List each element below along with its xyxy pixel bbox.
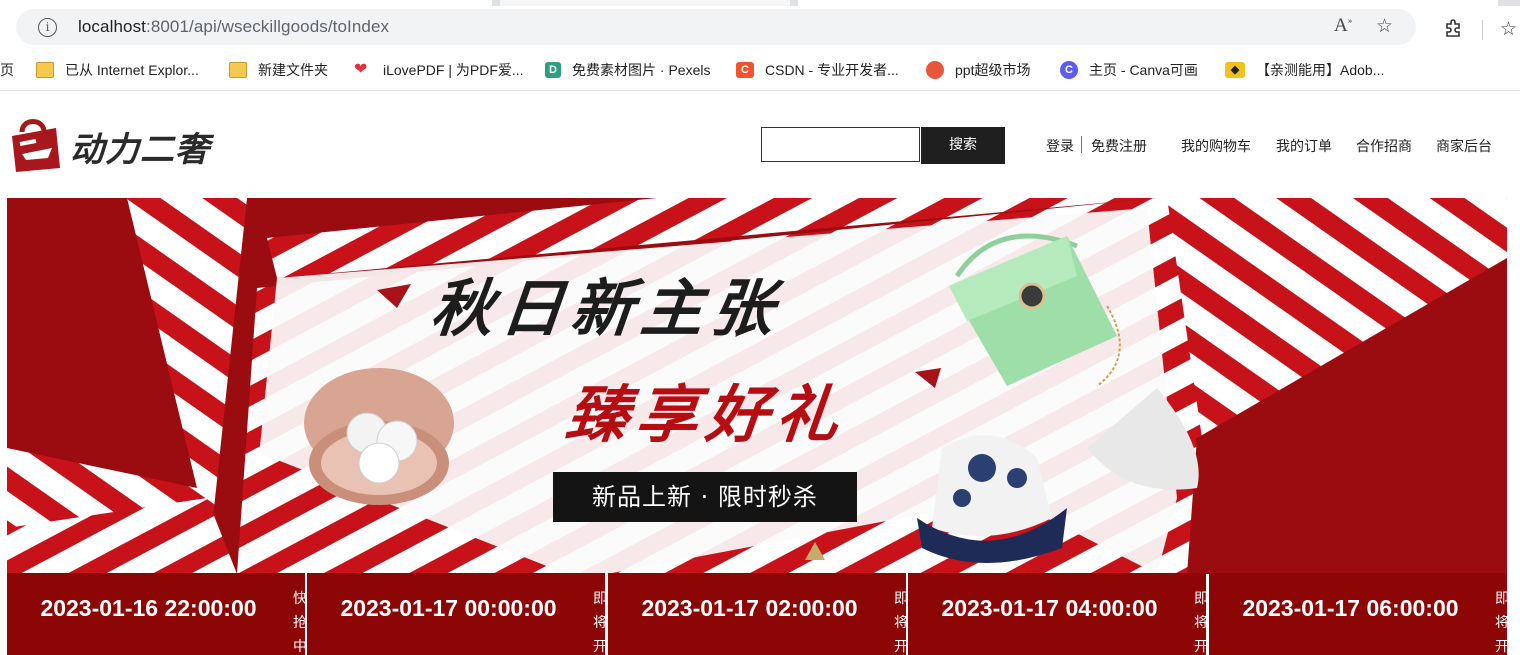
canva-icon: C <box>1060 61 1078 79</box>
bookmark-label: 新建文件夹 <box>258 62 328 78</box>
pearl-shell-image <box>304 368 454 505</box>
extensions-icon[interactable] <box>1443 18 1463 43</box>
seckill-slot[interactable]: 2023-01-17 02:00:00 即将开 <box>608 573 906 655</box>
favorites-icon[interactable]: ☆ <box>1500 18 1517 40</box>
slot-time: 2023-01-17 06:00:00 <box>1242 595 1459 621</box>
folder-icon <box>229 62 247 78</box>
logo-text: 动力二奢 <box>70 130 210 170</box>
seckill-slot[interactable]: 2023-01-17 06:00:00 即将开 <box>1209 573 1507 655</box>
slot-time: 2023-01-16 22:00:00 <box>40 595 257 621</box>
bucket-hat-image <box>917 435 1067 563</box>
slot-status: 快抢中 <box>293 591 305 655</box>
bookmark-item[interactable]: 页 <box>0 59 14 81</box>
register-link[interactable]: 免费注册 <box>1091 136 1147 156</box>
bookmark-item[interactable]: C 主页 - Canva可画 <box>1060 59 1198 81</box>
slot-time: 2023-01-17 02:00:00 <box>641 595 858 621</box>
bookmark-item[interactable]: ❤ iLovePDF | 为PDF爱... <box>354 59 524 81</box>
read-aloud-icon[interactable]: A» <box>1334 15 1352 37</box>
merchant-backend-link[interactable]: 商家后台 <box>1436 136 1492 156</box>
search-input[interactable] <box>761 127 920 162</box>
bookmark-label: 页 <box>0 62 14 78</box>
adobe-icon: ◆ <box>1225 62 1245 78</box>
page-content: 动力二奢 搜索 登录 免费注册 我的购物车 我的订单 合作招商 商家后台 秋日新… <box>0 91 1520 655</box>
pexels-icon: D <box>545 62 561 78</box>
heart-icon: ❤ <box>354 61 368 78</box>
url-text[interactable]: localhost:8001/api/wseckillgoods/toIndex <box>78 17 389 37</box>
site-info-icon[interactable]: i <box>38 18 57 37</box>
bookmark-label: 主页 - Canva可画 <box>1089 62 1198 78</box>
bookmark-label: CSDN - 专业开发者... <box>765 62 899 78</box>
url-path: :8001/api/wseckillgoods/toIndex <box>146 17 390 36</box>
bookmark-item[interactable]: ppt超级市场 <box>926 59 1030 81</box>
orders-link[interactable]: 我的订单 <box>1276 136 1332 156</box>
slot-status: 即将开 <box>593 591 605 655</box>
login-link[interactable]: 登录 <box>1046 136 1074 156</box>
nav-divider <box>1081 136 1082 153</box>
slot-status: 即将开 <box>1194 591 1206 655</box>
bookmark-item[interactable]: 新建文件夹 <box>229 59 328 81</box>
partnership-link[interactable]: 合作招商 <box>1356 136 1412 156</box>
banner-subtitle: 臻享好礼 <box>562 378 851 451</box>
browser-toolbar: i localhost:8001/api/wseckillgoods/toInd… <box>0 6 1520 50</box>
bookmark-label: 【亲测能用】Adob... <box>1256 62 1385 78</box>
bookmark-label: 已从 Internet Explor... <box>65 62 199 78</box>
green-handbag-image <box>949 233 1121 387</box>
cart-link[interactable]: 我的购物车 <box>1181 136 1251 156</box>
seckill-slot[interactable]: 2023-01-16 22:00:00 快抢中 <box>7 573 305 655</box>
favorite-star-icon[interactable]: ☆ <box>1376 15 1393 37</box>
csdn-icon: C <box>736 62 754 78</box>
folder-icon <box>36 62 54 78</box>
bookmark-item[interactable]: C CSDN - 专业开发者... <box>736 59 899 81</box>
bookmark-label: iLovePDF | 为PDF爱... <box>383 62 524 78</box>
bookmark-item[interactable]: ◆ 【亲测能用】Adob... <box>1225 59 1384 81</box>
seckill-slot[interactable]: 2023-01-17 00:00:00 即将开 <box>307 573 605 655</box>
seckill-timebar: 2023-01-16 22:00:00 快抢中 2023-01-17 00:00… <box>7 573 1507 655</box>
banner-tag: 新品上新 · 限时秒杀 <box>553 472 857 522</box>
bookmark-item[interactable]: 已从 Internet Explor... <box>36 59 199 81</box>
slot-status: 即将开 <box>894 591 906 655</box>
bookmark-item[interactable]: D 免费素材图片 · Pexels <box>545 59 710 81</box>
shopping-bag-icon <box>12 119 60 172</box>
ppt-icon <box>926 61 944 79</box>
slot-status: 即将开 <box>1495 591 1507 655</box>
bookmark-label: 免费素材图片 · Pexels <box>572 62 711 78</box>
promo-banner[interactable]: 秋日新主张 臻享好礼 新品上新 · 限时秒杀 <box>7 198 1507 574</box>
bookmark-label: ppt超级市场 <box>955 62 1031 78</box>
banner-title: 秋日新主张 <box>427 272 786 345</box>
site-logo[interactable]: 动力二奢 <box>8 114 248 176</box>
address-bar[interactable]: i localhost:8001/api/wseckillgoods/toInd… <box>16 9 1416 45</box>
url-host: localhost <box>78 17 146 36</box>
slot-time: 2023-01-17 00:00:00 <box>340 595 557 621</box>
search-button[interactable]: 搜索 <box>921 127 1005 164</box>
slot-time: 2023-01-17 04:00:00 <box>941 595 1158 621</box>
toolbar-divider <box>1482 20 1483 40</box>
seckill-slot[interactable]: 2023-01-17 04:00:00 即将开 <box>908 573 1206 655</box>
bookmarks-bar: 页 已从 Internet Explor... 新建文件夹 ❤ iLovePDF … <box>0 50 1520 91</box>
